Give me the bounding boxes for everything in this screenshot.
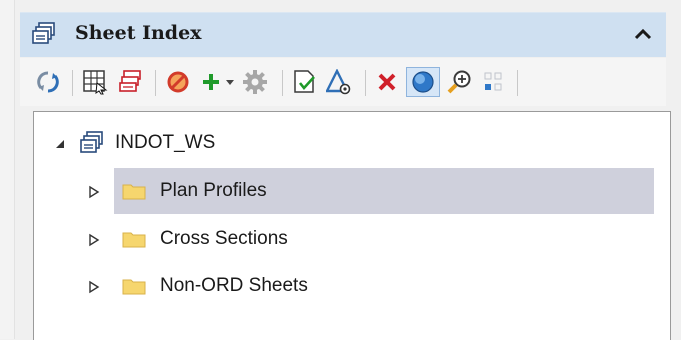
add-plus-icon[interactable] xyxy=(198,67,224,97)
delete-x-icon[interactable] xyxy=(373,67,401,97)
folder-icon xyxy=(122,276,146,296)
settings-gear-icon[interactable] xyxy=(240,67,270,97)
grid-dots-icon[interactable] xyxy=(478,67,508,97)
sheet-index-icon xyxy=(80,131,106,155)
toolbar-separator xyxy=(365,70,366,96)
tree-item-cross-sections[interactable]: Cross Sections xyxy=(114,216,654,262)
toolbar-separator xyxy=(282,70,283,96)
sheets-stack-icon[interactable] xyxy=(116,67,146,97)
sheet-index-panel: Sheet Index INDOT_WS Plan Profiles Cross… xyxy=(15,0,681,340)
checked-document-icon[interactable] xyxy=(290,67,320,97)
toolbar-separator xyxy=(517,70,518,96)
tree-root-label: INDOT_WS xyxy=(115,132,216,153)
sheet-grid-icon[interactable] xyxy=(80,67,110,97)
refresh-icon[interactable] xyxy=(34,67,62,97)
triangle-view-icon[interactable] xyxy=(324,67,354,97)
zoom-in-icon[interactable] xyxy=(444,67,474,97)
expand-triangle-icon[interactable] xyxy=(87,184,101,199)
toolbar-separator xyxy=(155,70,156,96)
expand-triangle-icon[interactable] xyxy=(87,279,101,294)
disable-circle-icon[interactable] xyxy=(163,67,193,97)
toolbar-separator xyxy=(72,70,73,96)
left-edge-strip xyxy=(0,0,15,339)
tree-item-label: Cross Sections xyxy=(160,228,288,249)
collapse-triangle-icon[interactable] xyxy=(53,136,67,150)
toolbar xyxy=(20,58,666,106)
collapse-chevron-up-icon[interactable] xyxy=(633,26,653,42)
globe-icon[interactable] xyxy=(406,67,440,97)
expand-triangle-icon[interactable] xyxy=(87,232,101,247)
tree-root-node[interactable]: INDOT_WS xyxy=(80,120,215,166)
panel-header[interactable]: Sheet Index xyxy=(20,12,666,57)
sheet-index-icon xyxy=(32,22,58,46)
folder-icon xyxy=(122,229,146,249)
panel-title: Sheet Index xyxy=(75,22,202,44)
tree-item-non-ord-sheets[interactable]: Non-ORD Sheets xyxy=(114,263,654,309)
tree-item-label: Non-ORD Sheets xyxy=(160,275,308,296)
dropdown-arrow-icon[interactable] xyxy=(224,67,236,97)
tree-item-label: Plan Profiles xyxy=(160,180,267,201)
tree-item-plan-profiles[interactable]: Plan Profiles xyxy=(114,168,654,214)
sheet-tree: INDOT_WS Plan Profiles Cross Sections No… xyxy=(33,111,671,340)
folder-icon xyxy=(122,181,146,201)
